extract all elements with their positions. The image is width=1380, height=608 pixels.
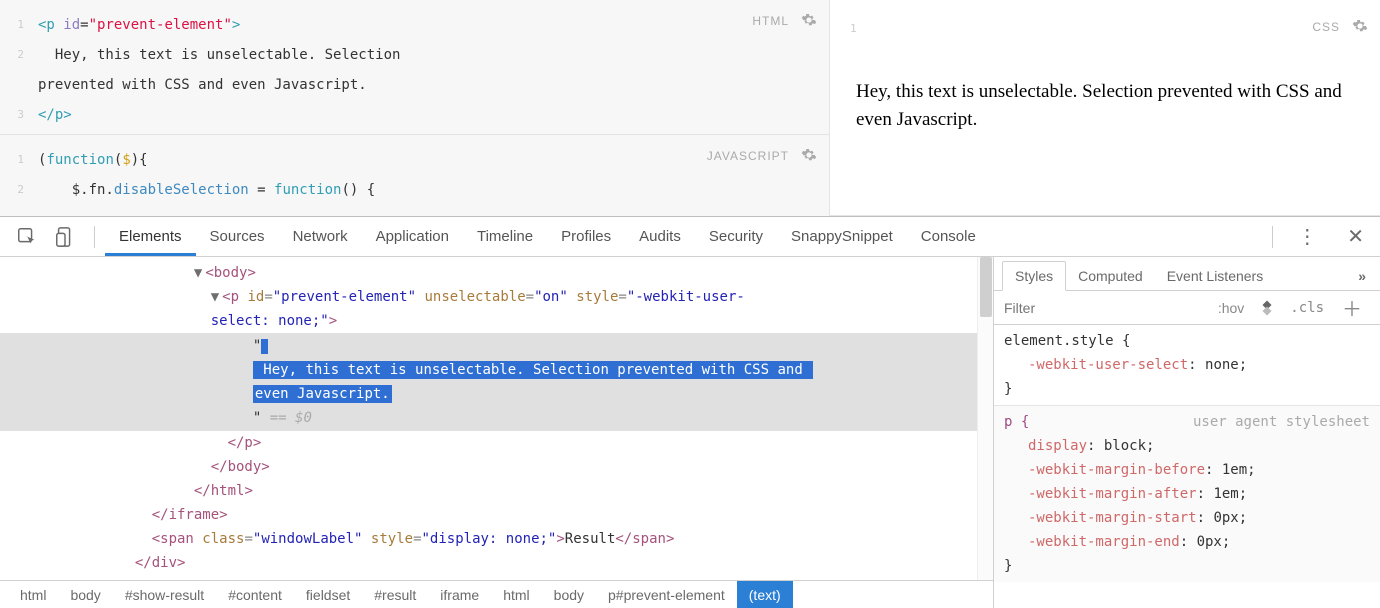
- tab-audits[interactable]: Audits: [625, 217, 695, 256]
- kebab-icon[interactable]: ⋮: [1283, 224, 1331, 249]
- gear-icon[interactable]: [801, 147, 817, 163]
- tab-styles[interactable]: Styles: [1002, 261, 1066, 291]
- preview-text: Hey, this text is unselectable. Selectio…: [856, 78, 1354, 134]
- tab-event-listeners[interactable]: Event Listeners: [1155, 262, 1276, 290]
- diamond-icon[interactable]: [1258, 299, 1276, 317]
- crumb[interactable]: #result: [362, 581, 428, 608]
- preview-pane: 1 CSS Hey, this text is unselectable. Se…: [830, 0, 1380, 216]
- crumb[interactable]: iframe: [428, 581, 491, 608]
- crumb[interactable]: fieldset: [294, 581, 362, 608]
- tab-timeline[interactable]: Timeline: [463, 217, 547, 256]
- devtools: ElementsSourcesNetworkApplicationTimelin…: [0, 216, 1380, 608]
- tab-console[interactable]: Console: [907, 217, 990, 256]
- css-label: CSS: [1312, 20, 1340, 34]
- crumb[interactable]: #show-result: [113, 581, 216, 608]
- crumb[interactable]: (text): [737, 581, 793, 608]
- add-rule-button[interactable]: ＋: [1334, 293, 1370, 322]
- crumb[interactable]: #content: [216, 581, 294, 608]
- html-label: HTML: [752, 14, 789, 28]
- styles-panel: Styles Computed Event Listeners » :hov .…: [994, 257, 1380, 608]
- tab-computed[interactable]: Computed: [1066, 262, 1155, 290]
- more-icon[interactable]: »: [1344, 262, 1380, 290]
- tab-sources[interactable]: Sources: [196, 217, 279, 256]
- breadcrumb[interactable]: htmlbody#show-result#contentfieldset#res…: [0, 580, 993, 608]
- crumb[interactable]: body: [58, 581, 112, 608]
- gear-icon[interactable]: [801, 12, 817, 28]
- crumb[interactable]: p#prevent-element: [596, 581, 737, 608]
- hov-toggle[interactable]: :hov: [1208, 300, 1254, 316]
- crumb[interactable]: html: [491, 581, 541, 608]
- inspect-icon[interactable]: [16, 226, 38, 248]
- crumb[interactable]: html: [8, 581, 58, 608]
- tab-profiles[interactable]: Profiles: [547, 217, 625, 256]
- tab-security[interactable]: Security: [695, 217, 777, 256]
- tab-network[interactable]: Network: [279, 217, 362, 256]
- style-rule[interactable]: user agent stylesheet p { display: block…: [994, 405, 1380, 582]
- tab-elements[interactable]: Elements: [105, 217, 196, 256]
- cls-toggle[interactable]: .cls: [1280, 300, 1334, 316]
- tab-snappysnippet[interactable]: SnappySnippet: [777, 217, 907, 256]
- gear-icon[interactable]: [1352, 18, 1368, 34]
- devtools-toolbar: ElementsSourcesNetworkApplicationTimelin…: [0, 217, 1380, 257]
- js-editor[interactable]: JAVASCRIPT 1(function($){ 2 $.fn.disable…: [0, 135, 830, 216]
- html-editor[interactable]: HTML 1<p id="prevent-element"> 2 Hey, th…: [0, 0, 830, 135]
- style-rule[interactable]: element.style { -webkit-user-select: non…: [994, 325, 1380, 405]
- crumb[interactable]: body: [542, 581, 596, 608]
- scrollbar[interactable]: [977, 257, 993, 580]
- dom-tree[interactable]: ▼<body> ▼<p id="prevent-element" unselec…: [0, 257, 993, 580]
- js-label: JAVASCRIPT: [707, 149, 789, 163]
- tab-application[interactable]: Application: [362, 217, 463, 256]
- device-icon[interactable]: [54, 226, 76, 248]
- filter-input[interactable]: [1004, 300, 1208, 316]
- close-icon[interactable]: ✕: [1331, 224, 1380, 249]
